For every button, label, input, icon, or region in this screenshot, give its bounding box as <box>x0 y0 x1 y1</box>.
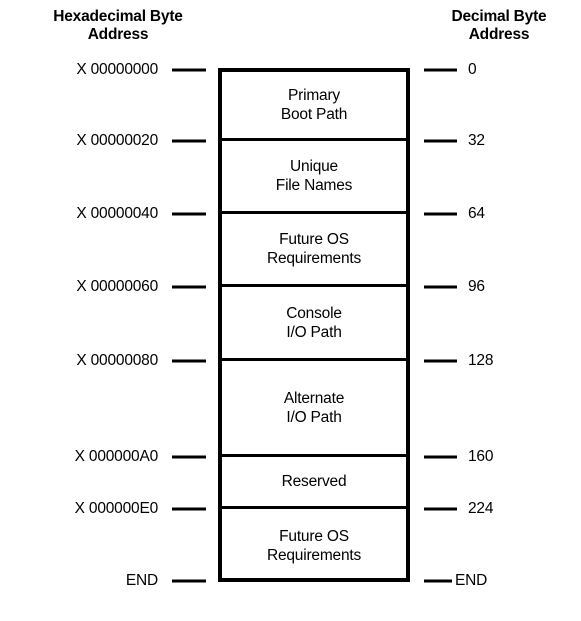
segment-label: Alternate I/O Path <box>284 389 344 427</box>
segment-label: Primary Boot Path <box>281 86 347 124</box>
leader-line-tick <box>172 359 206 363</box>
leader-line-tick <box>172 139 206 143</box>
segment-unique-file-names: Unique File Names <box>222 141 406 214</box>
segment-label: Reserved <box>282 472 347 491</box>
leader-line-tick <box>424 359 457 363</box>
leader-line-tick <box>424 579 452 583</box>
segment-label-line1: Future OS <box>279 527 349 545</box>
segment-reserved: Reserved <box>222 457 406 509</box>
dec-address-label: 32 <box>468 132 485 149</box>
segment-primary-boot-path: Primary Boot Path <box>222 72 406 141</box>
segment-label: Unique File Names <box>275 157 353 195</box>
segment-label-line1: Primary <box>288 87 340 104</box>
leader-line-tick <box>424 139 457 143</box>
dec-header-line1: Decimal Byte <box>451 8 547 25</box>
leader-line-tick <box>424 507 457 511</box>
dec-address-label: 128 <box>468 352 494 369</box>
segment-alternate-io-path: Alternate I/O Path <box>222 361 406 457</box>
segment-label-line1: Unique <box>290 158 338 175</box>
segment-label-line2: Requirements <box>266 250 362 267</box>
leader-line-tick <box>172 285 206 289</box>
leader-line-tick <box>424 68 457 72</box>
hexadecimal-byte-address-header: Hexadecimal Byte Address <box>18 8 218 44</box>
segment-label: Future OS Requirements <box>267 527 361 565</box>
hex-address-label: X 00000060 <box>76 278 158 295</box>
segment-future-os-requirements-1: Future OS Requirements <box>222 214 406 287</box>
dec-address-label: 160 <box>468 448 494 465</box>
hex-address-label: X 00000040 <box>76 205 158 222</box>
segment-label-line2: Boot Path <box>280 106 348 123</box>
leader-line-tick <box>172 68 206 72</box>
leader-line-tick <box>172 212 206 216</box>
segment-label-line2: I/O Path <box>286 323 342 341</box>
hex-address-label: X 000000E0 <box>74 500 159 517</box>
hex-address-label: X 000000A0 <box>74 448 159 465</box>
hex-address-label: X 00000000 <box>76 61 158 78</box>
segment-console-io-path: Console I/O Path <box>222 287 406 361</box>
leader-line-tick <box>424 212 457 216</box>
segment-label-line1: Alternate <box>283 389 345 407</box>
segment-label-line1: Future OS <box>279 231 349 248</box>
leader-line-tick <box>172 579 206 583</box>
hex-header-line2: Address <box>87 26 149 43</box>
segment-label: Future OS Requirements <box>267 230 361 268</box>
dec-address-label: END <box>455 572 488 589</box>
leader-line-tick <box>424 455 457 459</box>
hex-header-line1: Hexadecimal Byte <box>53 8 183 25</box>
segment-label-line2: Requirements <box>266 546 362 564</box>
hex-address-label: END <box>125 572 158 589</box>
segment-label-line1: Console <box>286 304 342 322</box>
segment-label-line1: Reserved <box>281 473 347 490</box>
dec-address-label: 0 <box>468 61 477 78</box>
memory-map-box: Primary Boot Path Unique File Names Futu… <box>218 68 410 582</box>
dec-address-label: 224 <box>468 500 494 517</box>
dec-address-label: 64 <box>468 205 485 222</box>
dec-address-label: 96 <box>468 278 485 295</box>
segment-future-os-requirements-2: Future OS Requirements <box>222 509 406 582</box>
leader-line-tick <box>172 455 206 459</box>
leader-line-tick <box>424 285 457 289</box>
segment-label: Console I/O Path <box>286 304 342 342</box>
dec-header-line2: Address <box>468 26 530 43</box>
hex-address-label: X 00000080 <box>76 352 158 369</box>
segment-label-line2: File Names <box>275 177 353 194</box>
hex-address-label: X 00000020 <box>76 132 158 149</box>
decimal-byte-address-header: Decimal Byte Address <box>424 8 574 44</box>
leader-line-tick <box>172 507 206 511</box>
segment-label-line2: I/O Path <box>286 408 342 426</box>
